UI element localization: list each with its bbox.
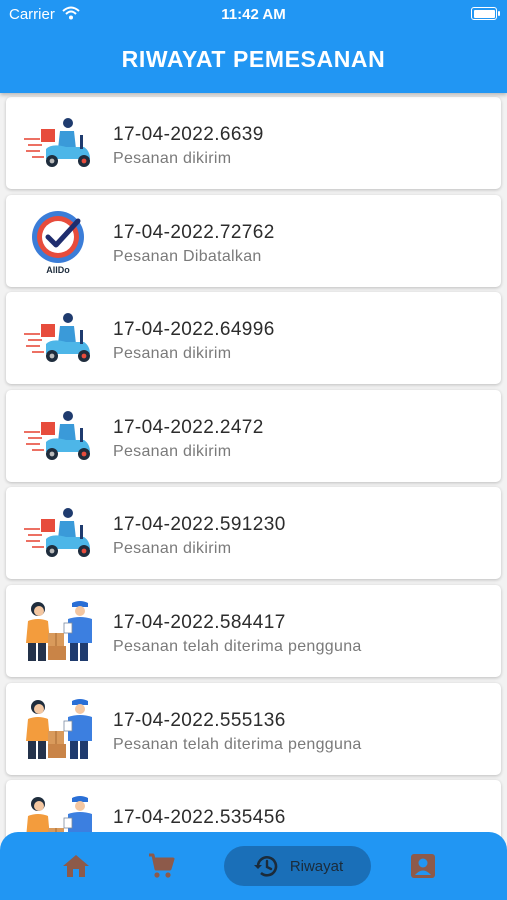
package-handover-icon bbox=[22, 597, 94, 665]
alldo-logo-text: AllDo bbox=[46, 265, 70, 275]
cart-icon bbox=[149, 853, 175, 878]
order-id: 17-04-2022.555136 bbox=[113, 709, 286, 731]
order-card[interactable]: 17-04-2022.555136 Pesanan telah diterima … bbox=[6, 682, 501, 775]
order-id: 17-04-2022.591230 bbox=[113, 514, 286, 536]
order-status: Pesanan dikirim bbox=[113, 150, 232, 167]
package-handover-icon bbox=[22, 695, 94, 763]
status-bar: Carrier 11:42 AM bbox=[0, 0, 507, 28]
nav-history-label: Riwayat bbox=[289, 857, 344, 875]
nav-profile-button[interactable] bbox=[405, 846, 441, 886]
delivery-scooter-icon bbox=[22, 402, 94, 470]
order-card[interactable]: 17-04-2022.2472 Pesanan dikirim bbox=[6, 389, 501, 482]
order-id: 17-04-2022.2472 bbox=[113, 416, 264, 438]
order-card[interactable]: AllDo 17-04-2022.72762 Pesanan Dibatalkan bbox=[6, 194, 501, 287]
order-id: 17-04-2022.584417 bbox=[113, 612, 286, 633]
order-status: Pesanan telah diterima pengguna bbox=[113, 638, 362, 655]
nav-history-button[interactable]: Riwayat bbox=[224, 846, 371, 886]
bottom-navigation: Riwayat bbox=[0, 832, 507, 900]
profile-icon bbox=[411, 854, 435, 878]
order-card[interactable]: 17-04-2022.6639 Pesanan dikirim bbox=[6, 97, 501, 189]
delivery-scooter-icon bbox=[22, 499, 94, 567]
order-status: Pesanan dikirim bbox=[113, 442, 232, 460]
home-icon bbox=[63, 855, 89, 877]
order-id: 17-04-2022.64996 bbox=[113, 319, 275, 341]
nav-cart-button[interactable] bbox=[143, 846, 179, 886]
order-card[interactable]: 17-04-2022.591230 Pesanan dikirim bbox=[6, 487, 501, 580]
order-id: 17-04-2022.6639 bbox=[113, 124, 264, 145]
order-card[interactable]: 17-04-2022.584417 Pesanan telah diterima … bbox=[6, 585, 501, 677]
order-id: 17-04-2022.72762 bbox=[113, 221, 275, 243]
status-time: 11:42 AM bbox=[221, 6, 286, 23]
order-card[interactable]: 17-04-2022.64996 Pesanan dikirim bbox=[6, 292, 501, 385]
order-status: Pesanan telah diterima pengguna bbox=[113, 735, 362, 753]
page-title: RIWAYAT PEMESANAN bbox=[121, 46, 386, 72]
history-icon bbox=[253, 856, 278, 877]
order-status: Pesanan dikirim bbox=[113, 345, 232, 363]
alldo-logo-icon: AllDo bbox=[22, 207, 94, 275]
delivery-scooter-icon bbox=[22, 304, 94, 372]
delivery-scooter-icon bbox=[22, 109, 94, 177]
app-header: Carrier 11:42 AM RIWAYAT PEMESANAN bbox=[0, 0, 507, 93]
order-id: 17-04-2022.535456 bbox=[113, 807, 286, 829]
nav-home-button[interactable] bbox=[58, 846, 94, 886]
order-status: Pesanan Dibatalkan bbox=[113, 247, 262, 265]
battery-icon bbox=[471, 7, 500, 20]
order-status: Pesanan dikirim bbox=[113, 540, 232, 558]
